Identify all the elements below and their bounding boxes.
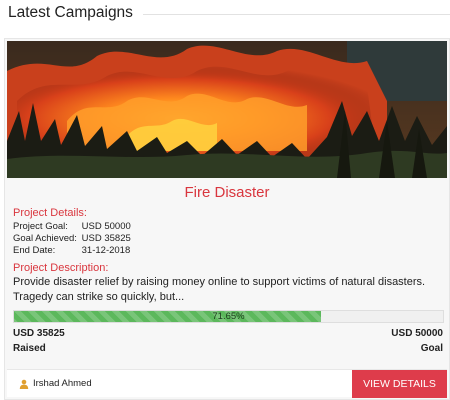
- goal-label: Goal: [420, 343, 443, 354]
- progress-label: 71.65%: [212, 311, 245, 322]
- end-date-value: 31-12-2018: [81, 245, 131, 256]
- user-icon: [19, 379, 29, 389]
- raised-label: Raised: [13, 343, 46, 354]
- raised-amount: USD 35825: [13, 328, 65, 339]
- goal-achieved-value: USD 35825: [81, 233, 131, 244]
- project-goal-label: Project Goal:: [13, 221, 68, 232]
- section-header: Latest Campaigns: [0, 0, 450, 34]
- project-goal-row: Project Goal: USD 50000: [13, 221, 131, 232]
- campaign-card: Fire Disaster Project Details: Project G…: [4, 38, 450, 400]
- campaign-title[interactable]: Fire Disaster: [5, 184, 449, 201]
- campaign-image[interactable]: [7, 41, 447, 178]
- view-details-button[interactable]: VIEW DETAILS: [352, 370, 447, 398]
- campaign-footer: Irshad Ahmed VIEW DETAILS: [7, 369, 447, 398]
- author-name: Irshad Ahmed: [33, 378, 92, 389]
- end-date-row: End Date: 31-12-2018: [13, 245, 130, 256]
- project-description-heading: Project Description:: [13, 262, 109, 274]
- project-goal-value: USD 50000: [81, 221, 131, 232]
- author[interactable]: Irshad Ahmed: [19, 378, 92, 389]
- project-details-heading: Project Details:: [13, 207, 87, 219]
- end-date-label: End Date:: [13, 245, 56, 256]
- progress-bar: 71.65%: [13, 310, 444, 323]
- goal-amount: USD 50000: [391, 328, 443, 339]
- project-description: Provide disaster relief by raising money…: [13, 276, 426, 303]
- section-title: Latest Campaigns: [0, 4, 143, 22]
- goal-achieved-row: Goal Achieved: USD 35825: [13, 233, 131, 244]
- goal-achieved-label: Goal Achieved:: [13, 233, 77, 244]
